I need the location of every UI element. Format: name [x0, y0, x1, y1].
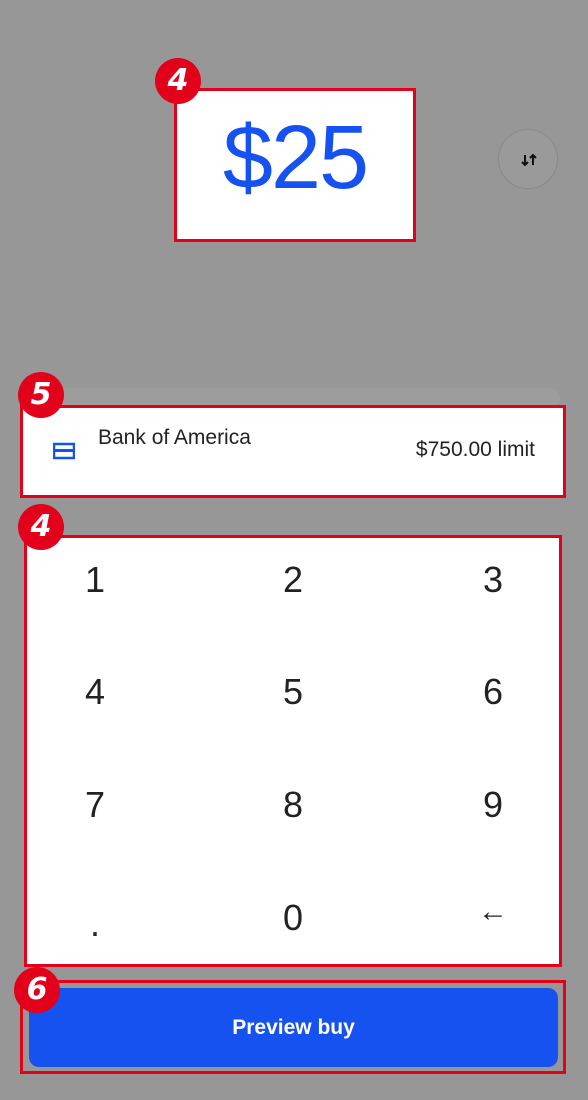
preview-buy-container: Preview buy	[20, 980, 566, 1074]
preview-buy-button[interactable]: Preview buy	[29, 988, 558, 1067]
key-0[interactable]: 0	[233, 878, 353, 958]
key-6[interactable]: 6	[433, 652, 553, 732]
key-decimal[interactable]: .	[35, 884, 155, 964]
bank-limit: $750.00 limit	[415, 438, 535, 461]
amount-value: $25	[222, 108, 369, 208]
key-1[interactable]: 1	[35, 540, 155, 620]
amount-display: $25	[174, 88, 416, 242]
bank-card-icon	[53, 442, 75, 460]
key-3[interactable]: 3	[433, 540, 553, 620]
key-9[interactable]: 9	[433, 765, 553, 845]
swap-arrows-icon	[521, 153, 537, 167]
swap-currency-button[interactable]	[498, 129, 558, 189]
key-8[interactable]: 8	[233, 765, 353, 845]
key-4[interactable]: 4	[35, 652, 155, 732]
bank-name: Bank of America	[98, 426, 251, 449]
key-5[interactable]: 5	[233, 652, 353, 732]
annotation-badge-amount: 4	[155, 58, 201, 104]
key-2[interactable]: 2	[233, 540, 353, 620]
annotation-badge-cta: 6	[14, 967, 60, 1013]
annotation-badge-payment: 5	[18, 372, 64, 418]
numeric-keypad: 1 2 3 4 5 6 7 8 9 . 0 ←	[24, 535, 562, 967]
payment-method-row[interactable]: Bank of America $750.00 limit	[20, 405, 566, 498]
annotation-badge-keypad: 4	[18, 504, 64, 550]
key-7[interactable]: 7	[35, 765, 155, 845]
key-backspace[interactable]: ←	[433, 872, 553, 952]
